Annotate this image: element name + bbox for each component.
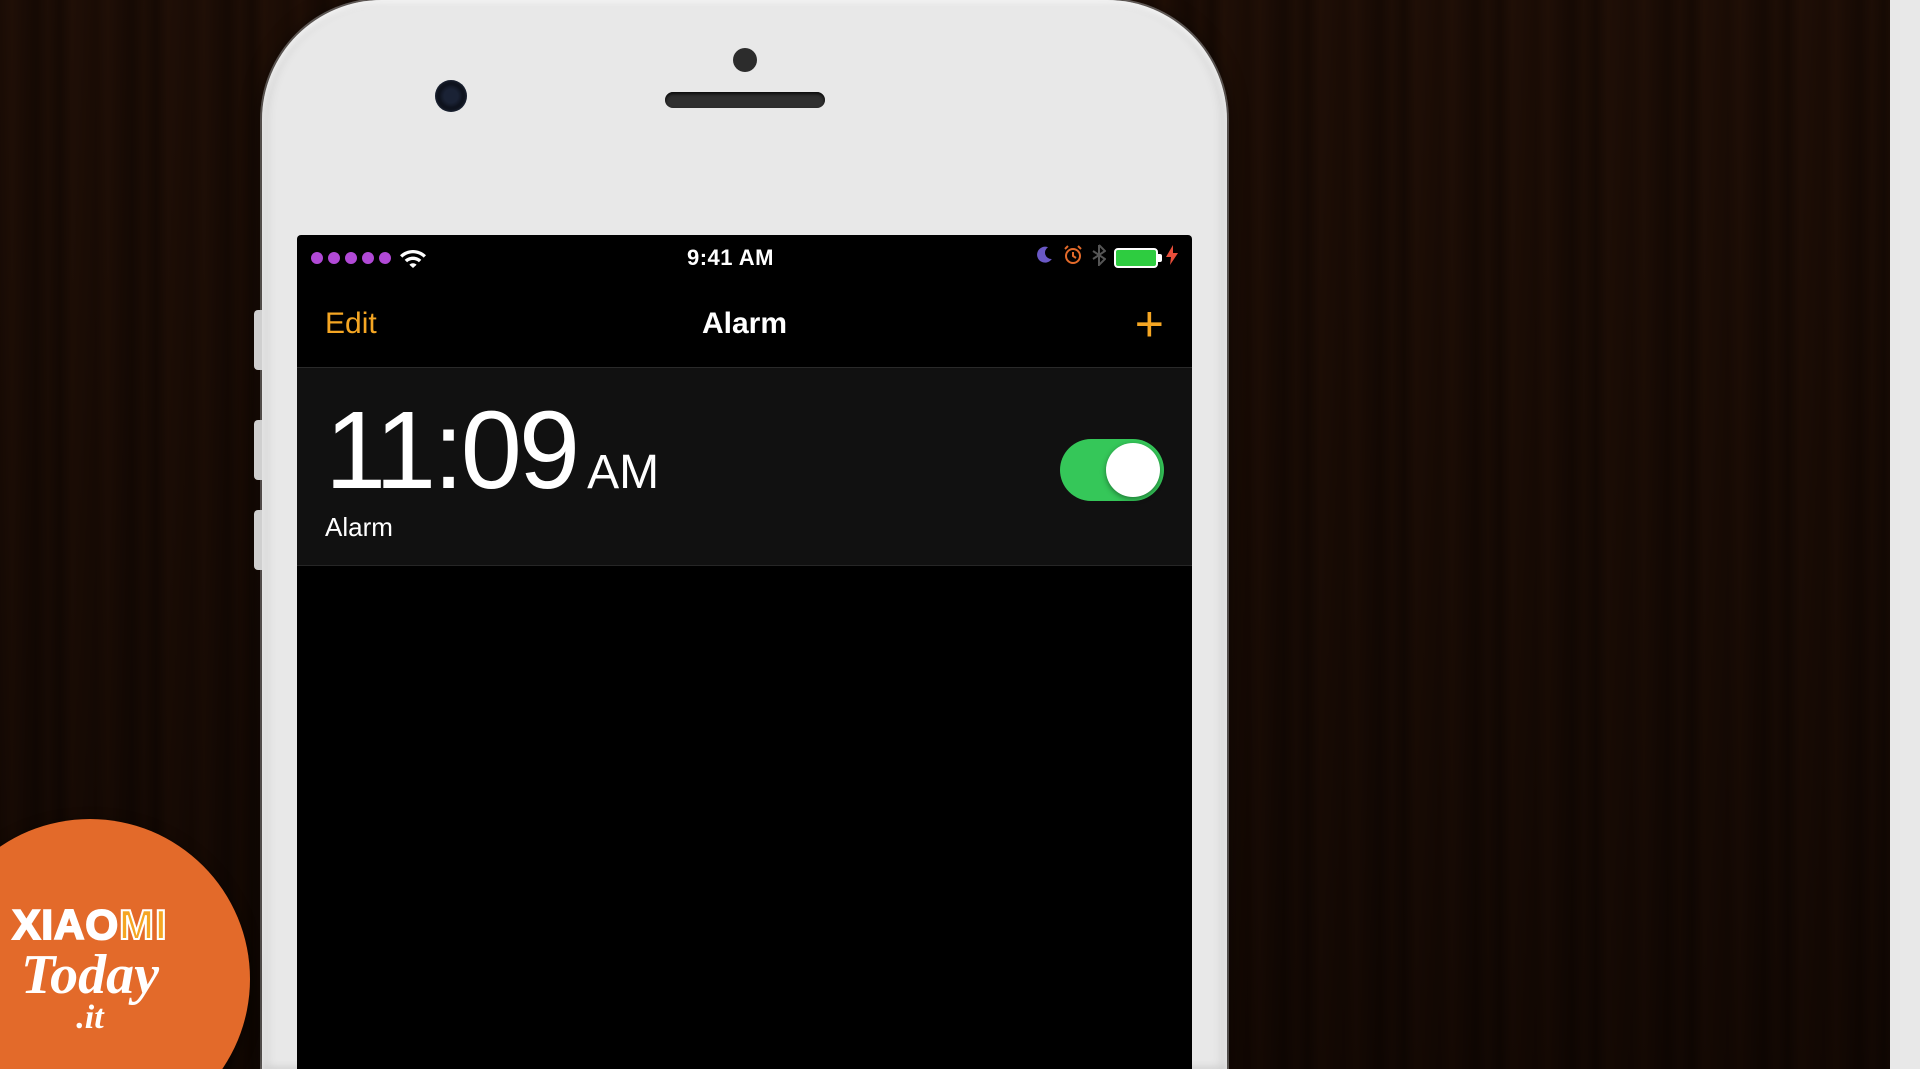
alarm-time-ampm: AM — [587, 445, 659, 500]
do-not-disturb-icon — [1034, 245, 1054, 271]
watermark-line3: .it — [76, 999, 103, 1037]
edit-button[interactable]: Edit — [325, 307, 377, 341]
alarm-row[interactable]: 11:09 AM Alarm — [297, 368, 1192, 566]
charging-icon — [1166, 245, 1178, 270]
status-bar: 9:41 AM — [297, 235, 1192, 280]
bluetooth-icon — [1092, 244, 1106, 272]
toggle-knob — [1106, 443, 1160, 497]
phone-body: 9:41 AM — [262, 0, 1227, 1069]
alarm-icon — [1062, 244, 1084, 272]
watermark-line2: Today — [21, 943, 159, 1007]
stage: 9:41 AM — [0, 0, 1920, 1069]
battery-icon — [1114, 248, 1158, 268]
cellular-signal-icon — [311, 252, 391, 264]
status-bar-time: 9:41 AM — [687, 245, 774, 271]
nav-bar: Edit Alarm + — [297, 280, 1192, 368]
watermark-logo: XIAOMI Today .it — [0, 819, 250, 1069]
alarm-toggle[interactable] — [1060, 439, 1164, 501]
earpiece-speaker — [665, 92, 825, 108]
front-camera — [435, 80, 467, 112]
phone-screen: 9:41 AM — [297, 235, 1192, 1069]
add-alarm-button[interactable]: + — [1135, 299, 1164, 349]
page-title: Alarm — [702, 307, 787, 341]
watermark-line1: XIAOMI — [12, 901, 167, 949]
status-bar-left — [311, 247, 427, 269]
wifi-icon — [399, 247, 427, 269]
alarm-label: Alarm — [325, 512, 659, 543]
image-crop-edge — [1890, 0, 1920, 1069]
proximity-sensor — [733, 48, 757, 72]
alarm-info: 11:09 AM Alarm — [325, 396, 659, 543]
status-bar-right — [1034, 244, 1178, 272]
alarm-time-value: 11:09 — [325, 396, 577, 506]
alarm-time: 11:09 AM — [325, 396, 659, 506]
